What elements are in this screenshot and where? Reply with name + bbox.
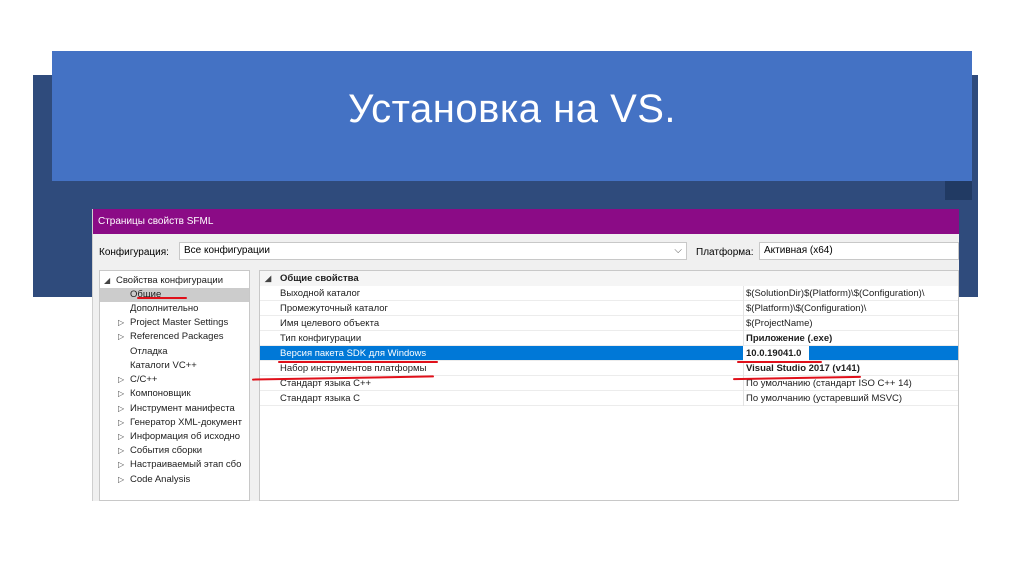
tree-item-referenced-packages[interactable]: ▷ Referenced Packages xyxy=(118,330,223,344)
collapsed-arrow-icon: ▷ xyxy=(118,432,125,441)
property-row-windows-sdk-version[interactable]: Версия пакета SDK для Windows 10.0.19041.… xyxy=(260,346,958,361)
tree-item-custom-build-step[interactable]: ▷ Настраиваемый этап сбо xyxy=(118,458,241,472)
collapsed-arrow-icon: ▷ xyxy=(118,332,125,341)
platform-select[interactable]: Активная (x64) xyxy=(759,242,959,260)
settings-tree: ◢ Свойства конфигурации Общие Дополнитель… xyxy=(99,270,250,501)
property-row-configuration-type[interactable]: Тип конфигурации Приложение (.exe) xyxy=(260,331,958,346)
property-pages-dialog: Страницы свойств SFML Конфигурация: Все … xyxy=(92,209,959,501)
property-row-intermediate-dir[interactable]: Промежуточный каталог $(Platform)\$(Confi… xyxy=(260,301,958,316)
configuration-bar: Конфигурация: Все конфигурации ⌵ Платфор… xyxy=(93,234,959,268)
configuration-label: Конфигурация: xyxy=(99,247,169,258)
annotation-underline-general xyxy=(137,297,187,299)
collapsed-arrow-icon: ▷ xyxy=(118,460,125,469)
property-grid: ◢ Общие свойства Выходной каталог $(Solut… xyxy=(259,270,959,501)
banner-fold xyxy=(945,180,972,200)
collapsed-arrow-icon: ▷ xyxy=(118,404,125,413)
property-row-platform-toolset[interactable]: Набор инструментов платформы Visual Studi… xyxy=(260,361,958,376)
tree-item-general[interactable]: Общие xyxy=(100,288,249,302)
expanded-arrow-icon: ◢ xyxy=(104,276,111,285)
tree-item-c-cpp[interactable]: ▷ C/C++ xyxy=(118,373,157,387)
collapsed-arrow-icon: ▷ xyxy=(118,375,125,384)
tree-item-build-events[interactable]: ▷ События сборки xyxy=(118,444,202,458)
collapsed-arrow-icon: ▷ xyxy=(118,389,125,398)
category-general-properties[interactable]: ◢ Общие свойства xyxy=(260,271,958,286)
platform-label: Платформа: xyxy=(696,247,754,258)
collapsed-arrow-icon: ▷ xyxy=(118,418,125,427)
collapsed-arrow-icon: ▷ xyxy=(118,446,125,455)
configuration-value: Все конфигурации xyxy=(184,245,270,256)
tree-item-project-master-settings[interactable]: ▷ Project Master Settings xyxy=(118,316,228,330)
annotation-underline-sdk-value xyxy=(737,361,822,363)
tree-item-debugging[interactable]: Отладка xyxy=(130,345,168,359)
property-row-target-name[interactable]: Имя целевого объекта $(ProjectName) xyxy=(260,316,958,331)
expanded-arrow-icon: ◢ xyxy=(265,274,272,283)
collapsed-arrow-icon: ▷ xyxy=(118,475,125,484)
slide-banner: Установка на VS. xyxy=(52,51,972,181)
tree-item-browse-info[interactable]: ▷ Информация об исходно xyxy=(118,430,240,444)
tree-item-code-analysis[interactable]: ▷ Code Analysis xyxy=(118,473,190,487)
tree-item-config-properties[interactable]: ◢ Свойства конфигурации xyxy=(104,274,223,288)
property-row-c-standard[interactable]: Стандарт языка C По умолчанию (устаревший… xyxy=(260,391,958,406)
collapsed-arrow-icon: ▷ xyxy=(118,318,125,327)
tree-item-vc-directories[interactable]: Каталоги VC++ xyxy=(130,359,197,373)
tree-item-linker[interactable]: ▷ Компоновщик xyxy=(118,387,191,401)
property-row-output-dir[interactable]: Выходной каталог $(SolutionDir)$(Platform… xyxy=(260,286,958,301)
annotation-underline-sdk-version xyxy=(278,361,438,363)
tree-item-xml-doc-generator[interactable]: ▷ Генератор XML-документ xyxy=(118,416,242,430)
dialog-body: ◢ Свойства конфигурации Общие Дополнитель… xyxy=(93,268,959,501)
platform-value: Активная (x64) xyxy=(764,245,833,256)
slide-title: Установка на VS. xyxy=(347,87,677,131)
chevron-down-icon: ⌵ xyxy=(674,245,682,256)
tree-item-manifest-tool[interactable]: ▷ Инструмент манифеста xyxy=(118,402,235,416)
tree-item-advanced[interactable]: Дополнительно xyxy=(130,302,198,316)
configuration-select[interactable]: Все конфигурации ⌵ xyxy=(179,242,687,260)
dialog-titlebar: Страницы свойств SFML xyxy=(93,209,959,234)
